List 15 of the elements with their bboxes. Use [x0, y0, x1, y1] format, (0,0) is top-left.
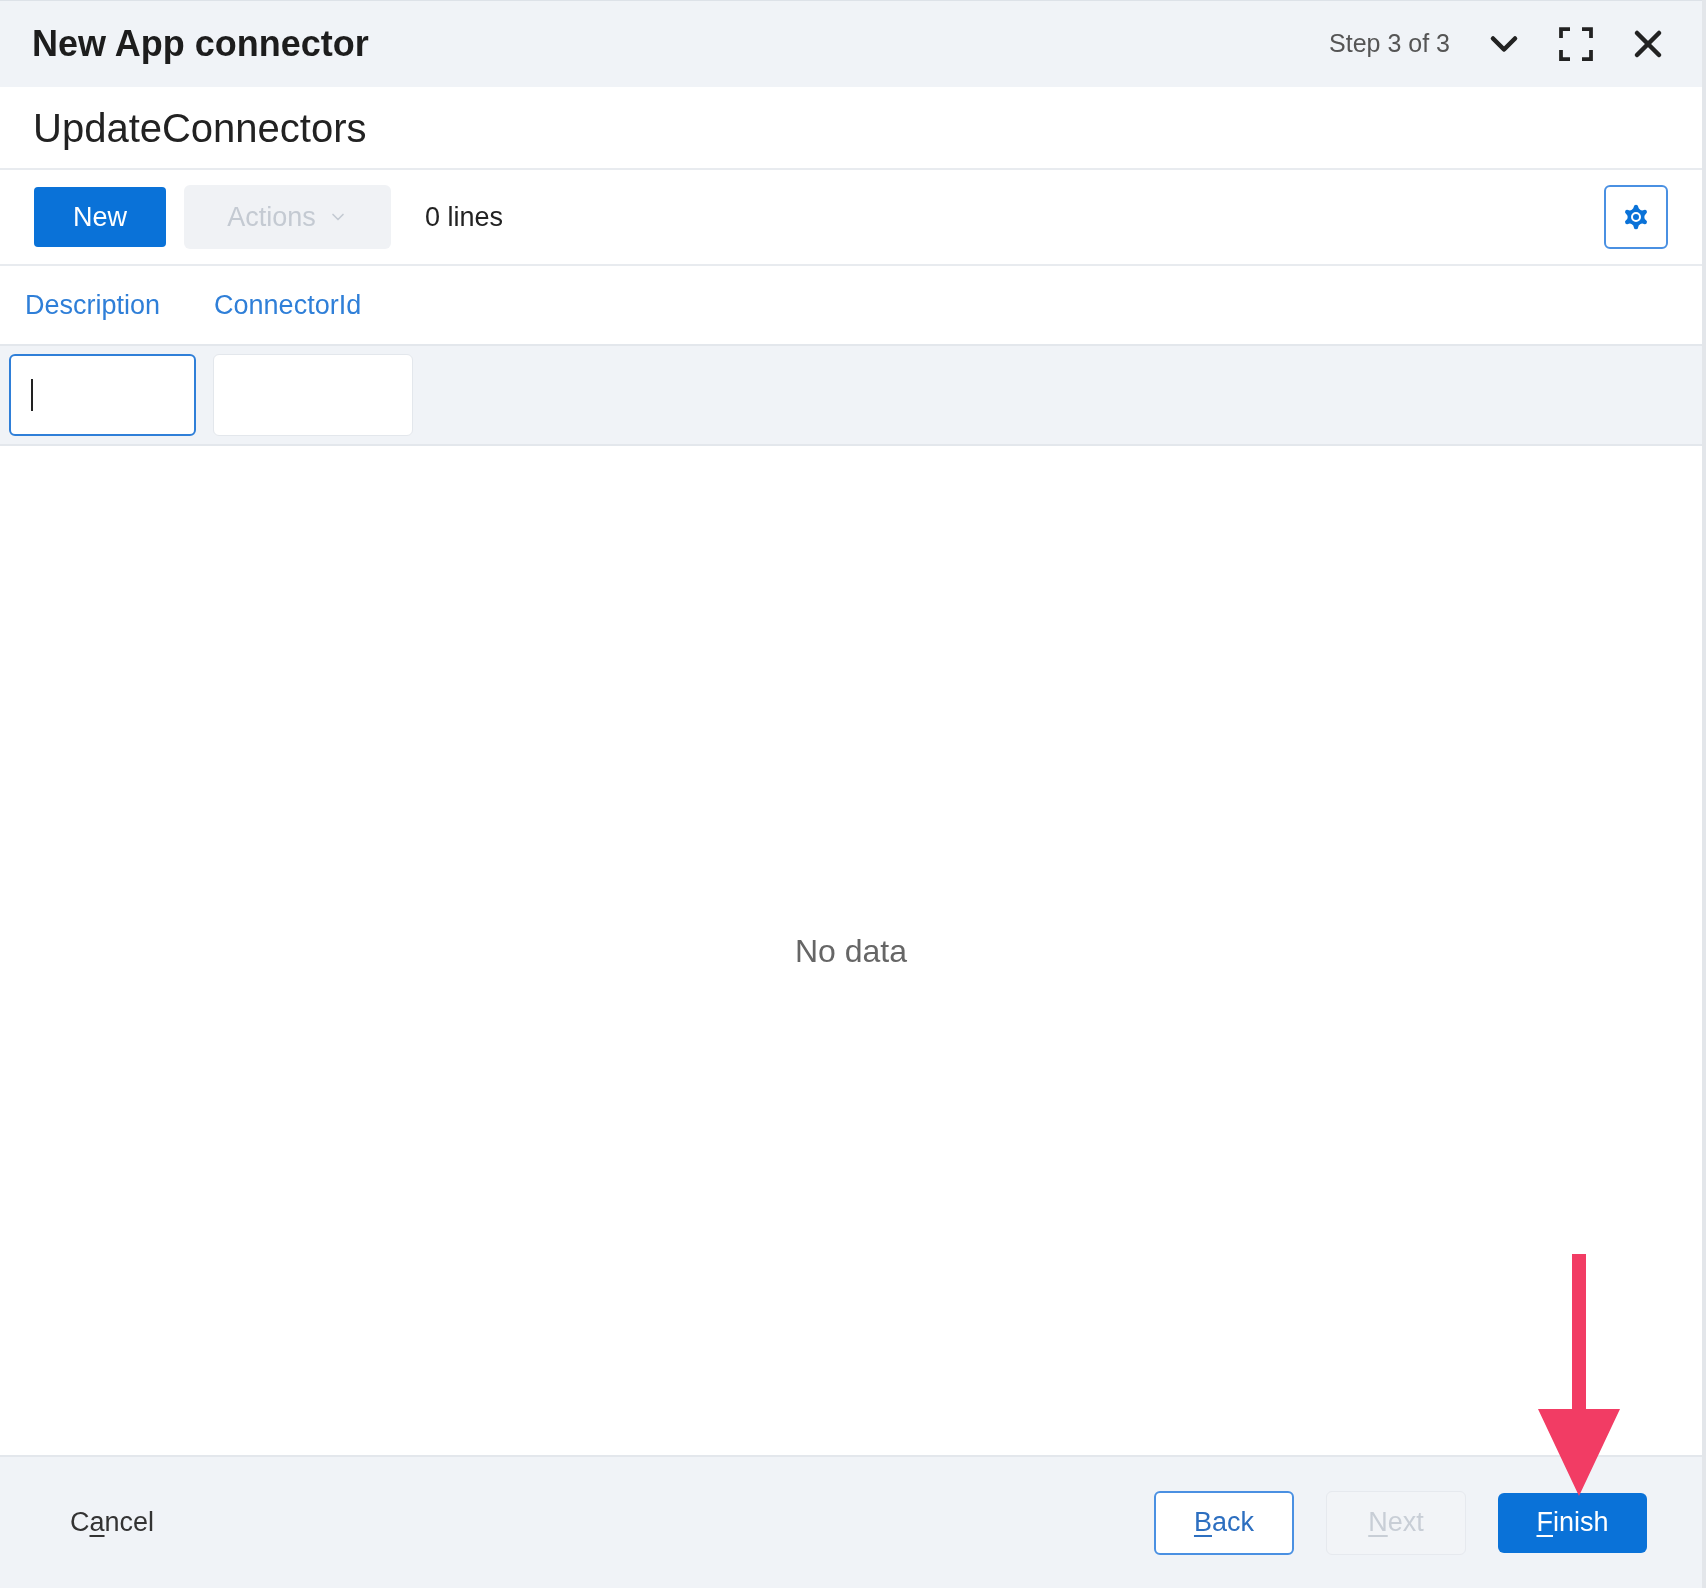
page-subtitle: UpdateConnectors — [33, 104, 367, 152]
window-title: New App connector — [32, 22, 369, 66]
settings-button[interactable] — [1604, 185, 1668, 249]
filter-input[interactable] — [9, 354, 196, 436]
empty-message: No data — [794, 931, 908, 971]
annotation-arrow-icon — [1538, 1254, 1620, 1496]
column-header[interactable]: Description — [25, 284, 161, 326]
fullscreen-icon[interactable] — [1558, 26, 1594, 62]
footer-button[interactable]: Finish — [1498, 1492, 1647, 1553]
line-count: 0 lines — [425, 200, 504, 234]
column-header[interactable]: ConnectorId — [214, 284, 362, 326]
cancel-link[interactable]: Cancel — [54, 1490, 171, 1555]
new-button[interactable]: New — [34, 187, 166, 247]
step-indicator: Step 3 of 3 — [1329, 28, 1450, 60]
footer-button[interactable]: Back — [1154, 1490, 1294, 1555]
